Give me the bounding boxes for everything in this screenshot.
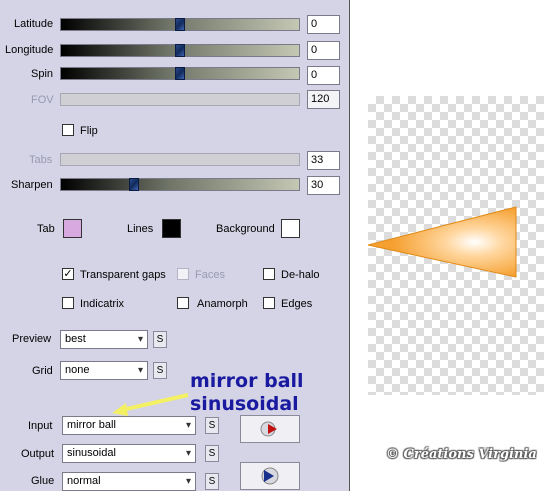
de-halo-checkbox[interactable]	[263, 268, 275, 280]
de-halo-label: De-halo	[281, 269, 320, 281]
input-select[interactable]: mirror ball ▾	[62, 416, 196, 435]
preview-label: Preview	[12, 333, 52, 345]
sharpen-value-field[interactable]: 30	[307, 176, 340, 195]
lines-color-swatch[interactable]	[162, 219, 181, 238]
latitude-slider[interactable]	[60, 18, 300, 31]
watermark: © Créations Virginia	[386, 447, 537, 462]
input-s-button[interactable]: S	[205, 417, 219, 434]
glue-s-button[interactable]: S	[205, 473, 219, 490]
grid-select-value: none	[65, 364, 90, 376]
tabs-value-field[interactable]: 33	[307, 151, 340, 170]
longitude-slider-thumb[interactable]	[175, 44, 185, 57]
lines-color-label: Lines	[127, 223, 154, 235]
tab-color-swatch[interactable]	[63, 219, 82, 238]
spin-slider[interactable]	[60, 67, 300, 80]
preview-select[interactable]: best ▾	[60, 330, 148, 349]
tab-color-label: Tab	[37, 223, 55, 235]
edges-label: Edges	[281, 298, 313, 310]
fov-label: FOV	[31, 94, 54, 106]
latitude-slider-thumb[interactable]	[175, 18, 185, 31]
output-select-value: sinusoidal	[67, 447, 116, 459]
longitude-label: Longitude	[5, 44, 54, 56]
spin-label: Spin	[31, 68, 54, 80]
output-select[interactable]: sinusoidal ▾	[62, 444, 196, 463]
edges-checkbox[interactable]	[263, 297, 275, 309]
indicatrix-checkbox[interactable]	[62, 297, 74, 309]
transparent-gaps-checkbox[interactable]: ✓	[62, 268, 74, 280]
anamorph-checkbox[interactable]	[177, 297, 189, 309]
chevron-down-icon: ▾	[137, 365, 143, 376]
output-label: Output	[21, 448, 55, 460]
annotation-arrow-icon	[112, 393, 189, 416]
longitude-value-field[interactable]: 0	[307, 41, 340, 60]
output-s-button[interactable]: S	[205, 445, 219, 462]
glue-label: Glue	[31, 475, 55, 487]
indicatrix-label: Indicatrix	[80, 298, 125, 310]
faces-label: Faces	[195, 269, 225, 281]
flip-label: Flip	[80, 125, 98, 137]
chevron-down-icon: ▾	[185, 448, 191, 459]
glue-select[interactable]: normal ▾	[62, 472, 196, 491]
preview-shape	[367, 206, 517, 278]
tabs-label: Tabs	[29, 154, 53, 166]
longitude-slider[interactable]	[60, 44, 300, 57]
faces-checkbox[interactable]	[177, 268, 189, 280]
chevron-down-icon: ▾	[185, 420, 191, 431]
background-color-swatch[interactable]	[281, 219, 300, 238]
preview-s-button[interactable]: S	[153, 331, 167, 348]
fov-slider[interactable]	[60, 93, 300, 106]
tabs-slider[interactable]	[60, 153, 300, 166]
play-icon	[260, 421, 277, 437]
fov-value-field[interactable]: 120	[307, 90, 340, 109]
chevron-down-icon: ▾	[137, 334, 143, 345]
grid-select[interactable]: none ▾	[60, 361, 148, 380]
spin-value-field[interactable]: 0	[307, 66, 340, 85]
background-color-label: Background	[216, 223, 275, 235]
annotation-line-1: mirror ball	[190, 370, 304, 392]
transparent-gaps-label: Transparent gaps	[80, 269, 166, 281]
latitude-value-field[interactable]: 0	[307, 15, 340, 34]
render-icon	[261, 467, 279, 485]
sharpen-label: Sharpen	[11, 179, 53, 191]
chevron-down-icon: ▾	[185, 476, 191, 487]
input-label: Input	[28, 420, 53, 432]
grid-s-button[interactable]: S	[153, 362, 167, 379]
latitude-label: Latitude	[14, 18, 54, 30]
annotation-line-2: sinusoidal	[190, 393, 299, 415]
grid-label: Grid	[32, 365, 53, 377]
spin-slider-thumb[interactable]	[175, 67, 185, 80]
flip-checkbox[interactable]	[62, 124, 74, 136]
play-preview-button[interactable]	[240, 415, 300, 443]
preview-select-value: best	[65, 333, 86, 345]
sharpen-slider-thumb[interactable]	[129, 178, 139, 191]
anamorph-label: Anamorph	[197, 298, 248, 310]
glue-select-value: normal	[67, 475, 101, 487]
sharpen-slider[interactable]	[60, 178, 300, 191]
render-button[interactable]	[240, 462, 300, 490]
input-select-value: mirror ball	[67, 419, 116, 431]
